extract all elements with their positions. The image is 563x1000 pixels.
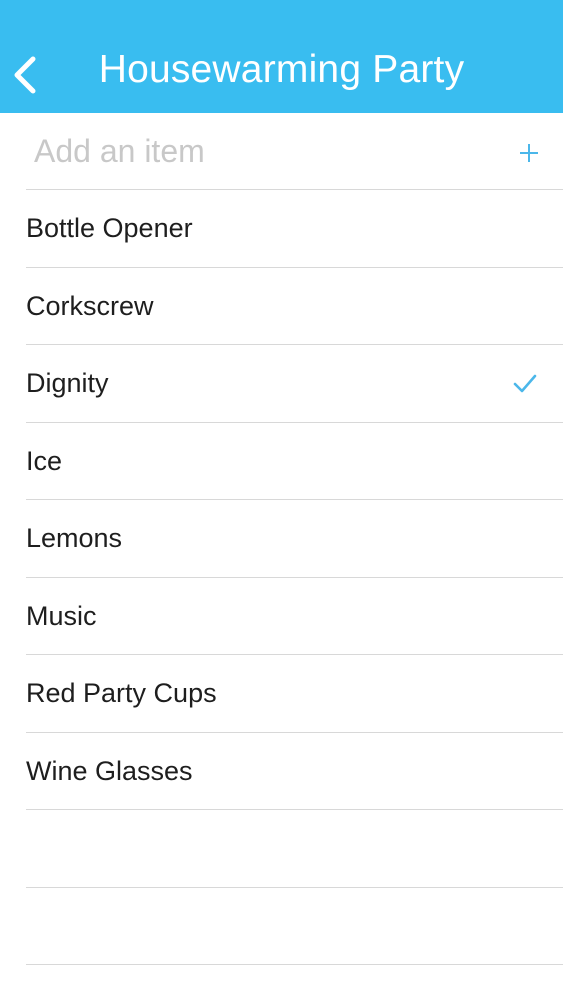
list-item-label: Dignity xyxy=(26,368,109,398)
add-item-button[interactable] xyxy=(513,137,545,169)
list-item[interactable]: Dignity xyxy=(26,345,563,423)
list-item-label: Red Party Cups xyxy=(26,678,217,708)
nav-bar: Housewarming Party xyxy=(0,0,563,113)
plus-icon xyxy=(520,144,538,162)
list-item[interactable]: Wine Glasses xyxy=(26,733,563,810)
list-item-label: Wine Glasses xyxy=(26,755,193,786)
list-item-label: Lemons xyxy=(26,523,123,553)
list-item[interactable]: Red Party Cups xyxy=(26,655,563,733)
list-item-label: Music xyxy=(26,600,97,631)
item-list: Bottle Opener Corkscrew Dignity Ice Lemo… xyxy=(0,113,563,965)
checkmark-icon xyxy=(513,374,537,393)
list-item-label: Bottle Opener xyxy=(26,213,193,243)
empty-row xyxy=(26,810,563,888)
list-item[interactable]: Bottle Opener xyxy=(26,190,563,268)
list-item[interactable]: Ice xyxy=(26,423,563,500)
page-title: Housewarming Party xyxy=(98,48,465,91)
add-item-input[interactable] xyxy=(34,127,474,175)
list-item-label: Ice xyxy=(26,445,63,476)
list-item[interactable]: Lemons xyxy=(26,500,563,578)
empty-row xyxy=(26,888,563,965)
list-item-label: Corkscrew xyxy=(26,290,154,321)
add-item-row xyxy=(26,113,563,190)
list-item[interactable]: Corkscrew xyxy=(26,268,563,345)
list-item[interactable]: Music xyxy=(26,578,563,655)
